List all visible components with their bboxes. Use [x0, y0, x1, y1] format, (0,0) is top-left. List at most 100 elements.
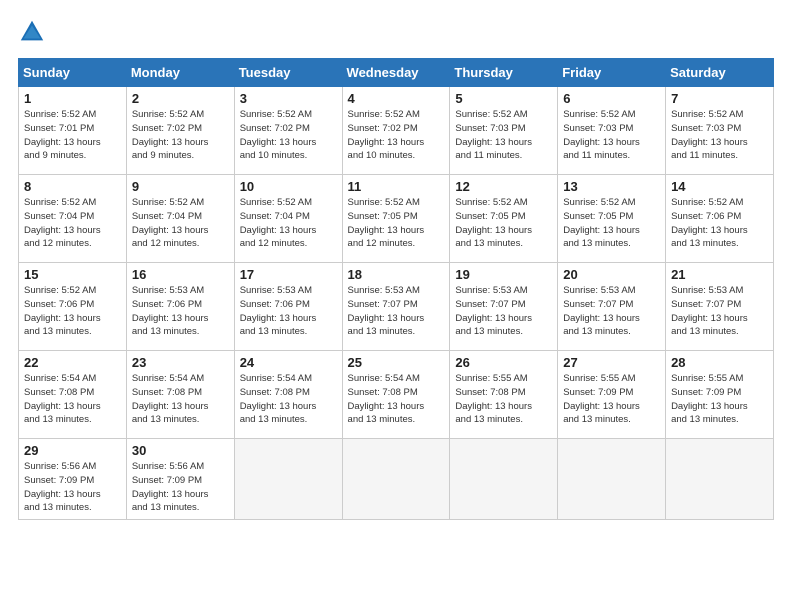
day-info: Sunrise: 5:52 AMSunset: 7:04 PMDaylight:…: [132, 197, 209, 249]
table-row: [450, 439, 558, 520]
day-info: Sunrise: 5:54 AMSunset: 7:08 PMDaylight:…: [132, 373, 209, 425]
day-info: Sunrise: 5:53 AMSunset: 7:06 PMDaylight:…: [132, 285, 209, 337]
day-number: 29: [24, 443, 121, 458]
table-row: 28 Sunrise: 5:55 AMSunset: 7:09 PMDayligh…: [666, 351, 774, 439]
day-number: 2: [132, 91, 229, 106]
day-info: Sunrise: 5:52 AMSunset: 7:05 PMDaylight:…: [455, 197, 532, 249]
day-number: 3: [240, 91, 337, 106]
calendar-row-week2: 8 Sunrise: 5:52 AMSunset: 7:04 PMDaylight…: [19, 175, 774, 263]
day-info: Sunrise: 5:52 AMSunset: 7:03 PMDaylight:…: [563, 109, 640, 161]
day-info: Sunrise: 5:56 AMSunset: 7:09 PMDaylight:…: [132, 461, 209, 513]
table-row: 12Sunrise: 5:52 AMSunset: 7:05 PMDayligh…: [450, 175, 558, 263]
day-number: 23: [132, 355, 229, 370]
day-number: 14: [671, 179, 768, 194]
day-info: Sunrise: 5:52 AMSunset: 7:02 PMDaylight:…: [132, 109, 209, 161]
table-row: 18Sunrise: 5:53 AMSunset: 7:07 PMDayligh…: [342, 263, 450, 351]
table-row: 2 Sunrise: 5:52 AMSunset: 7:02 PMDaylight…: [126, 87, 234, 175]
day-info: Sunrise: 5:53 AMSunset: 7:07 PMDaylight:…: [348, 285, 425, 337]
day-info: Sunrise: 5:52 AMSunset: 7:06 PMDaylight:…: [24, 285, 101, 337]
day-info: Sunrise: 5:52 AMSunset: 7:03 PMDaylight:…: [455, 109, 532, 161]
table-row: 11 Sunrise: 5:52 AMSunset: 7:05 PMDayligh…: [342, 175, 450, 263]
table-row: 17 Sunrise: 5:53 AMSunset: 7:06 PMDayligh…: [234, 263, 342, 351]
day-number: 9: [132, 179, 229, 194]
table-row: 4 Sunrise: 5:52 AMSunset: 7:02 PMDaylight…: [342, 87, 450, 175]
day-number: 28: [671, 355, 768, 370]
day-number: 19: [455, 267, 552, 282]
day-number: 25: [348, 355, 445, 370]
day-number: 21: [671, 267, 768, 282]
day-number: 16: [132, 267, 229, 282]
table-row: 23 Sunrise: 5:54 AMSunset: 7:08 PMDayligh…: [126, 351, 234, 439]
table-row: 19Sunrise: 5:53 AMSunset: 7:07 PMDayligh…: [450, 263, 558, 351]
table-row: 5 Sunrise: 5:52 AMSunset: 7:03 PMDaylight…: [450, 87, 558, 175]
table-row: 20 Sunrise: 5:53 AMSunset: 7:07 PMDayligh…: [558, 263, 666, 351]
day-number: 26: [455, 355, 552, 370]
col-header-sunday: Sunday: [19, 59, 127, 87]
header: [18, 18, 774, 46]
day-number: 5: [455, 91, 552, 106]
table-row: 22 Sunrise: 5:54 AMSunset: 7:08 PMDayligh…: [19, 351, 127, 439]
calendar-row-week3: 15 Sunrise: 5:52 AMSunset: 7:06 PMDayligh…: [19, 263, 774, 351]
calendar-table: SundayMondayTuesdayWednesdayThursdayFrid…: [18, 58, 774, 520]
table-row: 3 Sunrise: 5:52 AMSunset: 7:02 PMDaylight…: [234, 87, 342, 175]
day-info: Sunrise: 5:52 AMSunset: 7:01 PMDaylight:…: [24, 109, 101, 161]
table-row: 7Sunrise: 5:52 AMSunset: 7:03 PMDaylight…: [666, 87, 774, 175]
calendar-row-week5: 29 Sunrise: 5:56 AMSunset: 7:09 PMDayligh…: [19, 439, 774, 520]
day-info: Sunrise: 5:56 AMSunset: 7:09 PMDaylight:…: [24, 461, 101, 513]
logo: [18, 18, 50, 46]
day-info: Sunrise: 5:52 AMSunset: 7:05 PMDaylight:…: [348, 197, 425, 249]
col-header-wednesday: Wednesday: [342, 59, 450, 87]
table-row: 1Sunrise: 5:52 AMSunset: 7:01 PMDaylight…: [19, 87, 127, 175]
day-info: Sunrise: 5:55 AMSunset: 7:08 PMDaylight:…: [455, 373, 532, 425]
day-info: Sunrise: 5:52 AMSunset: 7:05 PMDaylight:…: [563, 197, 640, 249]
day-info: Sunrise: 5:53 AMSunset: 7:06 PMDaylight:…: [240, 285, 317, 337]
table-row: [558, 439, 666, 520]
table-row: 10 Sunrise: 5:52 AMSunset: 7:04 PMDayligh…: [234, 175, 342, 263]
day-info: Sunrise: 5:54 AMSunset: 7:08 PMDaylight:…: [240, 373, 317, 425]
table-row: [666, 439, 774, 520]
day-number: 22: [24, 355, 121, 370]
table-row: 26 Sunrise: 5:55 AMSunset: 7:08 PMDayligh…: [450, 351, 558, 439]
table-row: 13 Sunrise: 5:52 AMSunset: 7:05 PMDayligh…: [558, 175, 666, 263]
day-info: Sunrise: 5:52 AMSunset: 7:04 PMDaylight:…: [240, 197, 317, 249]
day-number: 30: [132, 443, 229, 458]
table-row: 30 Sunrise: 5:56 AMSunset: 7:09 PMDayligh…: [126, 439, 234, 520]
table-row: 9 Sunrise: 5:52 AMSunset: 7:04 PMDaylight…: [126, 175, 234, 263]
day-info: Sunrise: 5:52 AMSunset: 7:06 PMDaylight:…: [671, 197, 748, 249]
table-row: 8 Sunrise: 5:52 AMSunset: 7:04 PMDaylight…: [19, 175, 127, 263]
day-info: Sunrise: 5:52 AMSunset: 7:02 PMDaylight:…: [240, 109, 317, 161]
page: SundayMondayTuesdayWednesdayThursdayFrid…: [0, 0, 792, 612]
day-number: 11: [348, 179, 445, 194]
day-number: 13: [563, 179, 660, 194]
day-number: 20: [563, 267, 660, 282]
col-header-monday: Monday: [126, 59, 234, 87]
day-number: 10: [240, 179, 337, 194]
day-number: 27: [563, 355, 660, 370]
day-info: Sunrise: 5:54 AMSunset: 7:08 PMDaylight:…: [348, 373, 425, 425]
day-info: Sunrise: 5:52 AMSunset: 7:04 PMDaylight:…: [24, 197, 101, 249]
calendar-row-week4: 22 Sunrise: 5:54 AMSunset: 7:08 PMDayligh…: [19, 351, 774, 439]
day-number: 15: [24, 267, 121, 282]
day-number: 7: [671, 91, 768, 106]
day-number: 4: [348, 91, 445, 106]
calendar-row-week1: 1Sunrise: 5:52 AMSunset: 7:01 PMDaylight…: [19, 87, 774, 175]
day-info: Sunrise: 5:52 AMSunset: 7:02 PMDaylight:…: [348, 109, 425, 161]
day-number: 24: [240, 355, 337, 370]
day-info: Sunrise: 5:54 AMSunset: 7:08 PMDaylight:…: [24, 373, 101, 425]
day-info: Sunrise: 5:55 AMSunset: 7:09 PMDaylight:…: [563, 373, 640, 425]
table-row: 16 Sunrise: 5:53 AMSunset: 7:06 PMDayligh…: [126, 263, 234, 351]
logo-icon: [18, 18, 46, 46]
day-number: 8: [24, 179, 121, 194]
day-number: 6: [563, 91, 660, 106]
col-header-friday: Friday: [558, 59, 666, 87]
table-row: [234, 439, 342, 520]
day-info: Sunrise: 5:53 AMSunset: 7:07 PMDaylight:…: [671, 285, 748, 337]
day-info: Sunrise: 5:53 AMSunset: 7:07 PMDaylight:…: [563, 285, 640, 337]
col-header-thursday: Thursday: [450, 59, 558, 87]
day-number: 17: [240, 267, 337, 282]
table-row: 21 Sunrise: 5:53 AMSunset: 7:07 PMDayligh…: [666, 263, 774, 351]
table-row: 14 Sunrise: 5:52 AMSunset: 7:06 PMDayligh…: [666, 175, 774, 263]
col-header-tuesday: Tuesday: [234, 59, 342, 87]
col-header-saturday: Saturday: [666, 59, 774, 87]
day-info: Sunrise: 5:55 AMSunset: 7:09 PMDaylight:…: [671, 373, 748, 425]
